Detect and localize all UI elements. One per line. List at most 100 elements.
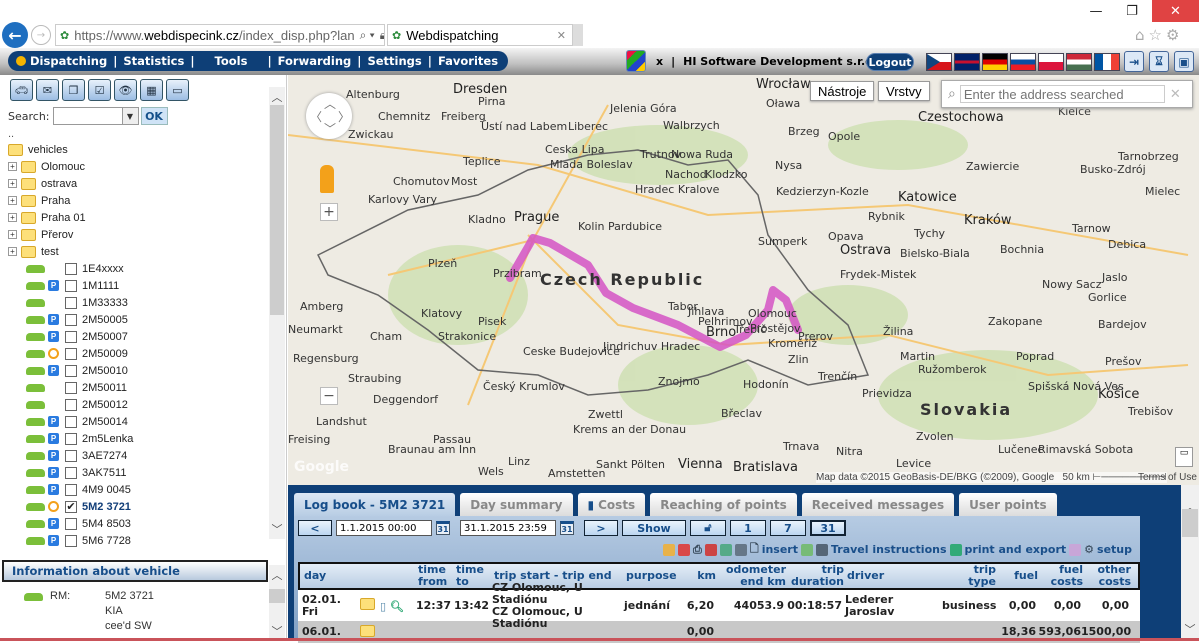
pan-right-icon[interactable]: 〉 <box>338 108 350 125</box>
vehicle-item[interactable]: P 3AE7274 <box>8 447 268 464</box>
tree-group[interactable]: + test <box>8 243 268 260</box>
monitor-icon[interactable] <box>815 543 828 556</box>
pan-down-icon[interactable]: ﹀ <box>324 120 336 137</box>
save-icon[interactable]: ▣ <box>1174 51 1194 72</box>
tab-received-messages[interactable]: Received messages <box>801 493 955 516</box>
gear-icon[interactable]: ⚙ <box>1166 26 1179 44</box>
expand-icon[interactable]: + <box>8 162 17 171</box>
vehicle-checkbox[interactable] <box>65 432 77 445</box>
date-to-input[interactable]: 31.1.2015 23:59 <box>460 520 556 536</box>
document-icon[interactable]: ▯ <box>380 600 386 613</box>
restore-button[interactable]: ❐ <box>1112 0 1152 22</box>
export-icon[interactable]: ⇥ <box>1124 51 1144 72</box>
flag-fr-icon[interactable] <box>1094 53 1120 71</box>
calendar-icon[interactable]: 31 <box>560 521 574 535</box>
expand-icon[interactable]: + <box>8 196 17 205</box>
scroll-down-icon[interactable]: ﹀ <box>269 521 285 537</box>
vehicle-item[interactable]: P 2m5Lenka <box>8 430 268 447</box>
preview-icon[interactable]: 🔍︎ <box>390 600 404 613</box>
flag-edit-icon[interactable] <box>704 543 717 556</box>
scroll-up-icon[interactable]: ︿ <box>269 89 285 105</box>
vehicle-checkbox[interactable] <box>65 262 77 275</box>
print-icon[interactable]: ⎙ <box>693 543 702 557</box>
vehicle-checkbox[interactable] <box>65 313 77 326</box>
col-trip-type[interactable]: trip type <box>944 564 996 588</box>
pan-up-icon[interactable]: ︿ <box>324 95 336 112</box>
vehicle-item[interactable]: 2M50009 <box>8 345 268 362</box>
period-1-button[interactable]: 1 <box>730 520 766 536</box>
vehicle-checkbox[interactable] <box>65 279 77 292</box>
zoom-out-button[interactable]: − <box>320 387 338 405</box>
col-purpose[interactable]: purpose <box>626 570 678 582</box>
star-icon[interactable]: ☆ <box>1149 26 1162 44</box>
lock-icon[interactable]: 🔒︎ <box>380 28 384 43</box>
menu-tools[interactable]: Tools <box>215 54 248 68</box>
scroll-thumb[interactable] <box>1182 509 1198 537</box>
new-folder-icon[interactable]: ▭ <box>166 79 189 101</box>
document-icon[interactable]: 🗋 <box>750 540 759 559</box>
menu-statistics[interactable]: Statistics <box>123 54 184 68</box>
pan-left-icon[interactable]: 〈 <box>310 108 322 125</box>
logout-button[interactable]: Logout <box>866 53 914 71</box>
close-window-button[interactable]: ✕ <box>1152 0 1199 22</box>
vehicle-info-header[interactable]: Information about vehicle <box>2 560 268 582</box>
zoom-in-button[interactable]: + <box>320 203 338 221</box>
home-icon[interactable]: ⌂ <box>1135 26 1145 44</box>
folder-icon[interactable] <box>360 598 375 610</box>
pan-control[interactable]: ︿ 〈 〉 ﹀ <box>306 93 352 139</box>
vehicle-item[interactable]: P 2M50005 <box>8 311 268 328</box>
flag-de-icon[interactable] <box>982 53 1008 71</box>
setup-gear-icon[interactable]: ⚙ <box>1084 543 1094 556</box>
vehicle-checkbox[interactable] <box>65 330 77 343</box>
notes-icon[interactable] <box>1069 543 1082 556</box>
vehicle-message-icon[interactable]: ✉ <box>36 79 59 101</box>
tab-log-book[interactable]: Log book - 5M2 3721 <box>294 493 456 516</box>
approve-icon[interactable] <box>719 543 732 556</box>
menu-settings[interactable]: Settings <box>367 54 421 68</box>
scroll-down-icon[interactable]: ﹀ <box>269 623 285 639</box>
col-driver[interactable]: driver <box>844 570 944 582</box>
menu-forwarding[interactable]: Forwarding <box>278 54 352 68</box>
insert-link[interactable]: insert <box>762 543 798 556</box>
map-view[interactable]: Czech Republic Slovakia Dresden Pirna Chem… <box>288 75 1199 485</box>
expand-icon[interactable]: + <box>8 213 17 222</box>
menu-dispatching[interactable]: Dispatching <box>30 54 107 68</box>
tab-user-points[interactable]: User points <box>959 493 1057 516</box>
tab-day-summary[interactable]: Day summary <box>460 493 573 516</box>
vehicle-checkbox[interactable] <box>65 347 77 360</box>
excel-icon[interactable] <box>949 543 962 556</box>
street-view-pegman-icon[interactable] <box>320 165 334 193</box>
calendar-icon[interactable]: 31 <box>436 521 450 535</box>
print-export-link[interactable]: print and export <box>965 543 1067 556</box>
col-day[interactable]: day <box>300 570 418 582</box>
tree-group[interactable]: + ostrava <box>8 175 268 192</box>
add-folder-icon[interactable] <box>663 543 676 556</box>
vehicle-item[interactable]: 1M33333 <box>8 294 268 311</box>
col-other-costs[interactable]: other costs <box>1083 564 1131 588</box>
flag-cz-icon[interactable] <box>926 53 952 71</box>
search-dropdown-icon[interactable]: ▼ <box>122 107 139 125</box>
col-odometer[interactable]: odometer end km <box>716 564 786 588</box>
col-time-from[interactable]: time from <box>418 564 456 588</box>
tab-reaching-points[interactable]: Reaching of points <box>650 493 797 516</box>
setup-link[interactable]: setup <box>1097 543 1132 556</box>
remove-folder-icon[interactable] <box>678 543 691 556</box>
vehicle-item[interactable]: P 5M6 7728 <box>8 532 268 549</box>
vehicle-checkbox[interactable] <box>65 483 77 496</box>
flag-sk-icon[interactable] <box>1010 53 1036 71</box>
vehicle-item[interactable]: 2M50012 <box>8 396 268 413</box>
forward-button[interactable]: → <box>31 25 51 45</box>
period-7-button[interactable]: 7 <box>770 520 806 536</box>
vehicle-checkbox[interactable] <box>65 296 77 309</box>
address-search-input[interactable] <box>959 85 1165 103</box>
browser-tab[interactable]: ✿ Webdispatching ✕ <box>387 24 573 46</box>
vehicle-query-icon[interactable]: 🚗︎ <box>10 79 33 101</box>
flag-pl-icon[interactable] <box>1038 53 1064 71</box>
key-icon[interactable] <box>734 543 747 556</box>
vehicle-checkbox[interactable] <box>65 517 77 530</box>
map-layers-button[interactable]: Vrstvy <box>878 81 930 101</box>
vehicle-item[interactable]: 2M50011 <box>8 379 268 396</box>
tree-up-link[interactable]: .. <box>8 129 268 141</box>
show-button[interactable]: Show <box>622 520 686 536</box>
vehicle-view-icon[interactable]: 👁︎ <box>114 79 137 101</box>
